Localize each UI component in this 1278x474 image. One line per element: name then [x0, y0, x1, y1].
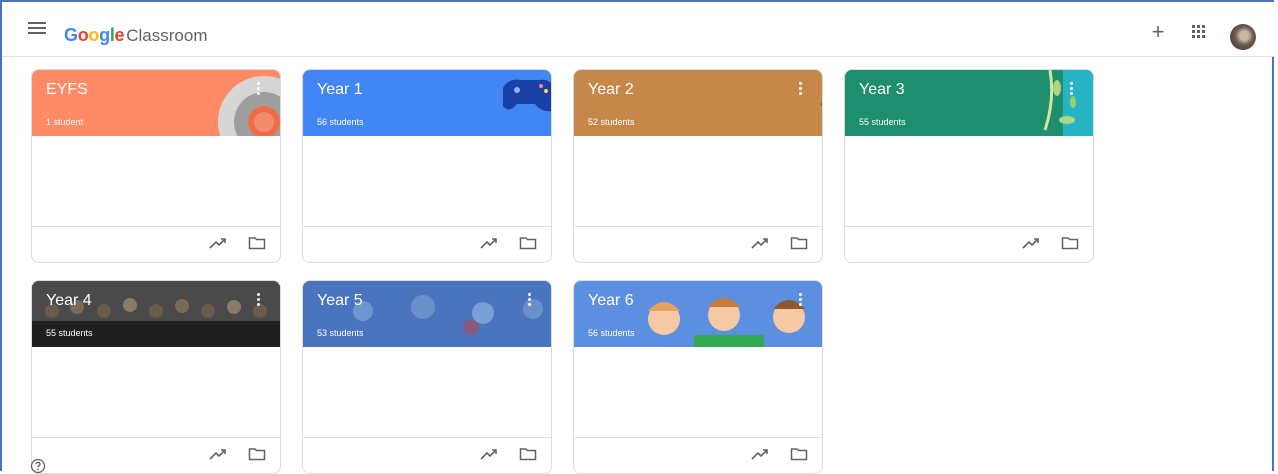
- more-vert-icon[interactable]: [525, 291, 533, 309]
- folder-icon[interactable]: [1061, 236, 1079, 250]
- card-footer: [574, 437, 822, 473]
- apps-grid-icon[interactable]: [1192, 25, 1206, 39]
- card-header: Year 2 52 students: [574, 70, 822, 136]
- trending-icon[interactable]: [208, 446, 228, 462]
- class-card-year-2[interactable]: Year 2 52 students: [573, 69, 823, 263]
- class-card-year-1[interactable]: Year 1 56 students: [302, 69, 552, 263]
- card-footer: [303, 437, 551, 473]
- folder-icon[interactable]: [248, 236, 266, 250]
- class-title[interactable]: EYFS: [46, 80, 88, 100]
- class-title[interactable]: Year 3: [859, 80, 905, 100]
- class-title[interactable]: Year 6: [588, 291, 634, 311]
- more-vert-icon[interactable]: [796, 80, 804, 98]
- card-body: [574, 347, 822, 437]
- app-logo[interactable]: Google Classroom: [64, 24, 207, 47]
- card-body: [32, 347, 280, 437]
- card-body: [303, 136, 551, 226]
- avatar[interactable]: [1230, 24, 1256, 50]
- more-vert-icon[interactable]: [796, 291, 804, 309]
- card-header: Year 6 56 students: [574, 281, 822, 347]
- trending-icon[interactable]: [750, 446, 770, 462]
- card-body: [845, 136, 1093, 226]
- class-title[interactable]: Year 2: [588, 80, 634, 100]
- plus-icon[interactable]: +: [1148, 21, 1168, 43]
- trending-icon[interactable]: [479, 235, 499, 251]
- card-footer: [32, 437, 280, 473]
- menu-icon[interactable]: [28, 22, 46, 36]
- trending-icon[interactable]: [1021, 235, 1041, 251]
- card-header: Year 1 56 students: [303, 70, 551, 136]
- student-count: 55 students: [859, 117, 906, 127]
- class-title[interactable]: Year 1: [317, 80, 363, 100]
- more-vert-icon[interactable]: [254, 80, 262, 98]
- logo-app-name: Classroom: [126, 26, 208, 45]
- card-footer: [32, 226, 280, 262]
- card-footer: [574, 226, 822, 262]
- class-card-year-3[interactable]: Year 3 55 students: [844, 69, 1094, 263]
- trending-icon[interactable]: [750, 235, 770, 251]
- card-header: Year 4 55 students: [32, 281, 280, 347]
- folder-icon[interactable]: [790, 447, 808, 461]
- student-count: 52 students: [588, 117, 635, 127]
- logo-google: Google: [64, 25, 125, 45]
- class-card-year-6[interactable]: Year 6 56 students: [573, 280, 823, 474]
- top-bar: Google Classroom +: [2, 2, 1274, 57]
- card-footer: [303, 226, 551, 262]
- student-count: 56 students: [588, 328, 635, 338]
- student-count: 1 student: [46, 117, 84, 127]
- card-body: [574, 136, 822, 226]
- card-header: Year 3 55 students: [845, 70, 1093, 136]
- student-count: 53 students: [317, 328, 364, 338]
- card-body: [303, 347, 551, 437]
- card-header: Year 5 53 students: [303, 281, 551, 347]
- folder-icon[interactable]: [790, 236, 808, 250]
- card-header: EYFS 1 student: [32, 70, 280, 136]
- class-card-year-4[interactable]: Year 4 55 students: [31, 280, 281, 474]
- help-icon[interactable]: [30, 458, 46, 474]
- class-card-eyfs[interactable]: EYFS 1 student: [31, 69, 281, 263]
- class-card-year-5[interactable]: Year 5 53 students: [302, 280, 552, 474]
- class-title[interactable]: Year 4: [46, 291, 92, 311]
- class-title[interactable]: Year 5: [317, 291, 363, 311]
- card-footer: [845, 226, 1093, 262]
- folder-icon[interactable]: [519, 447, 537, 461]
- more-vert-icon[interactable]: [254, 291, 262, 309]
- card-body: [32, 136, 280, 226]
- folder-icon[interactable]: [248, 447, 266, 461]
- student-count: 56 students: [317, 117, 364, 127]
- trending-icon[interactable]: [208, 235, 228, 251]
- more-vert-icon[interactable]: [1067, 80, 1075, 98]
- trending-icon[interactable]: [479, 446, 499, 462]
- student-count: 55 students: [46, 328, 93, 338]
- folder-icon[interactable]: [519, 236, 537, 250]
